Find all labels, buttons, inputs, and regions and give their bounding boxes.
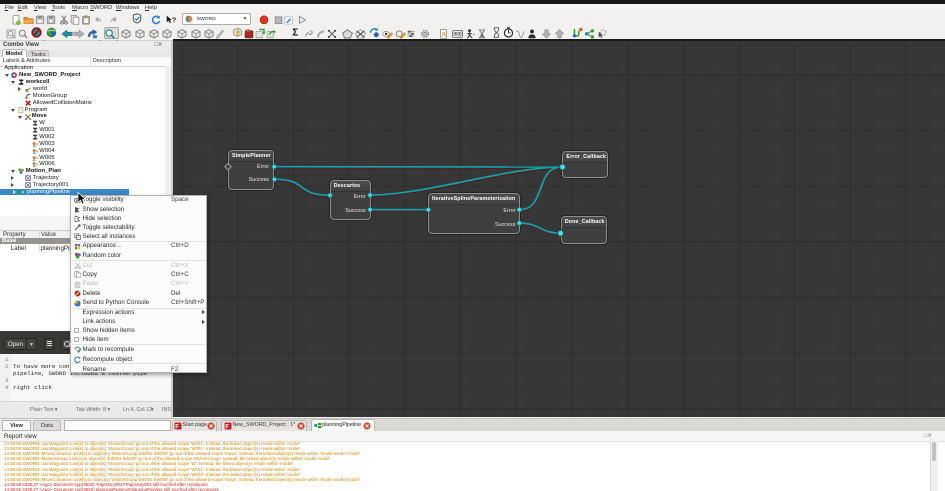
svg-text:F: F (175, 424, 179, 430)
svg-text:F: F (225, 424, 229, 430)
svg-text:A: A (441, 31, 446, 38)
